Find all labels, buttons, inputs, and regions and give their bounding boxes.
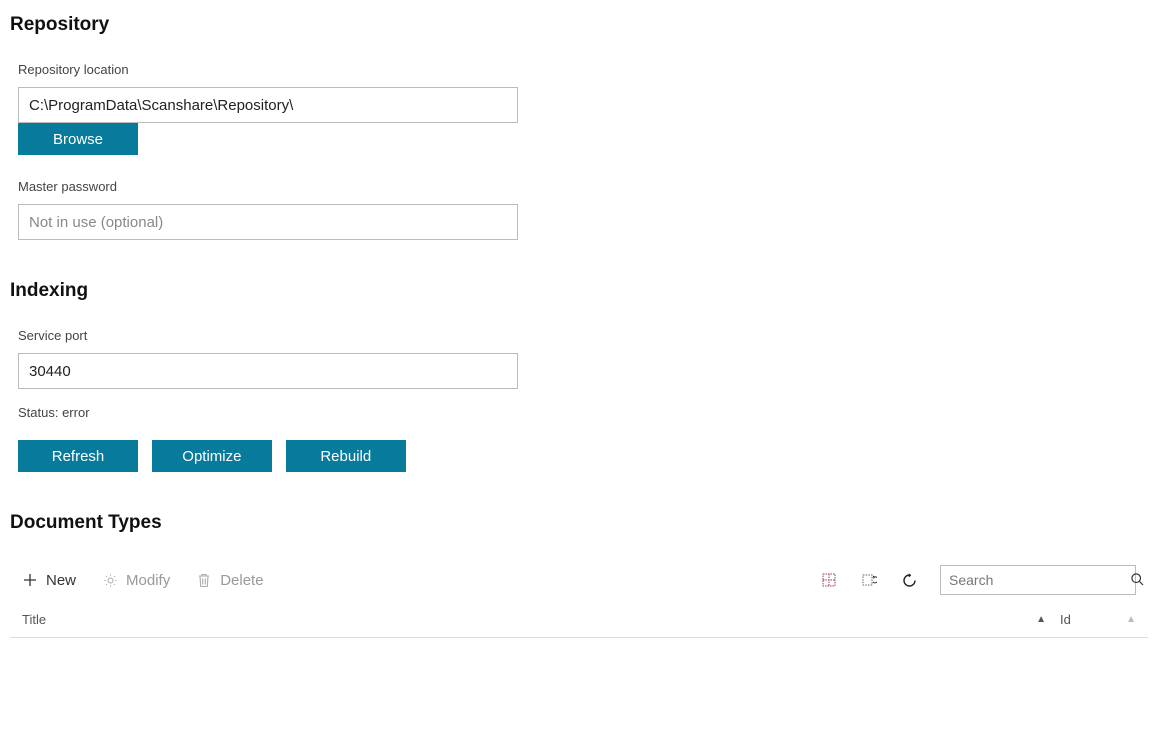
service-port-label: Service port bbox=[18, 328, 1148, 343]
grid-icon[interactable] bbox=[820, 571, 838, 589]
sort-arrow-title-icon: ▲ bbox=[1036, 614, 1046, 625]
indexing-status-text: Status: error bbox=[18, 405, 1148, 420]
search-input[interactable] bbox=[949, 572, 1130, 588]
master-password-label: Master password bbox=[18, 179, 1148, 194]
service-port-input[interactable] bbox=[18, 353, 518, 389]
sort-arrow-id-icon: ▲ bbox=[1126, 614, 1136, 625]
column-id-label: Id bbox=[1060, 612, 1071, 627]
column-id[interactable]: Id ▲ bbox=[1060, 612, 1136, 627]
delete-button[interactable]: Delete bbox=[196, 572, 263, 589]
repository-title: Repository bbox=[10, 14, 1148, 36]
new-button[interactable]: New bbox=[22, 572, 76, 589]
refresh-icon[interactable] bbox=[900, 571, 918, 589]
indexing-section: Indexing Service port Status: error Refr… bbox=[10, 280, 1148, 472]
repository-location-label: Repository location bbox=[18, 62, 1148, 77]
master-password-input[interactable] bbox=[18, 204, 518, 240]
browse-button[interactable]: Browse bbox=[18, 123, 138, 155]
rebuild-button[interactable]: Rebuild bbox=[286, 440, 406, 472]
refresh-button[interactable]: Refresh bbox=[18, 440, 138, 472]
gear-icon bbox=[102, 572, 118, 588]
delete-label: Delete bbox=[220, 572, 263, 589]
search-box[interactable] bbox=[940, 565, 1136, 595]
plus-icon bbox=[22, 572, 38, 588]
optimize-button[interactable]: Optimize bbox=[152, 440, 272, 472]
table-header: Title ▲ Id ▲ bbox=[10, 604, 1148, 638]
reset-columns-icon[interactable] bbox=[860, 571, 878, 589]
repository-section: Repository Repository location Browse Ma… bbox=[10, 14, 1148, 240]
new-label: New bbox=[46, 572, 76, 589]
search-icon bbox=[1130, 572, 1145, 588]
column-title[interactable]: Title ▲ bbox=[22, 612, 1060, 627]
document-types-toolbar: New Modify Delete bbox=[10, 560, 1148, 600]
document-types-title: Document Types bbox=[10, 512, 1148, 534]
column-title-label: Title bbox=[22, 612, 46, 627]
indexing-title: Indexing bbox=[10, 280, 1148, 302]
document-types-section: Document Types New Modify Delete bbox=[10, 512, 1148, 638]
repository-location-input[interactable] bbox=[18, 87, 518, 123]
trash-icon bbox=[196, 572, 212, 588]
modify-label: Modify bbox=[126, 572, 170, 589]
modify-button[interactable]: Modify bbox=[102, 572, 170, 589]
